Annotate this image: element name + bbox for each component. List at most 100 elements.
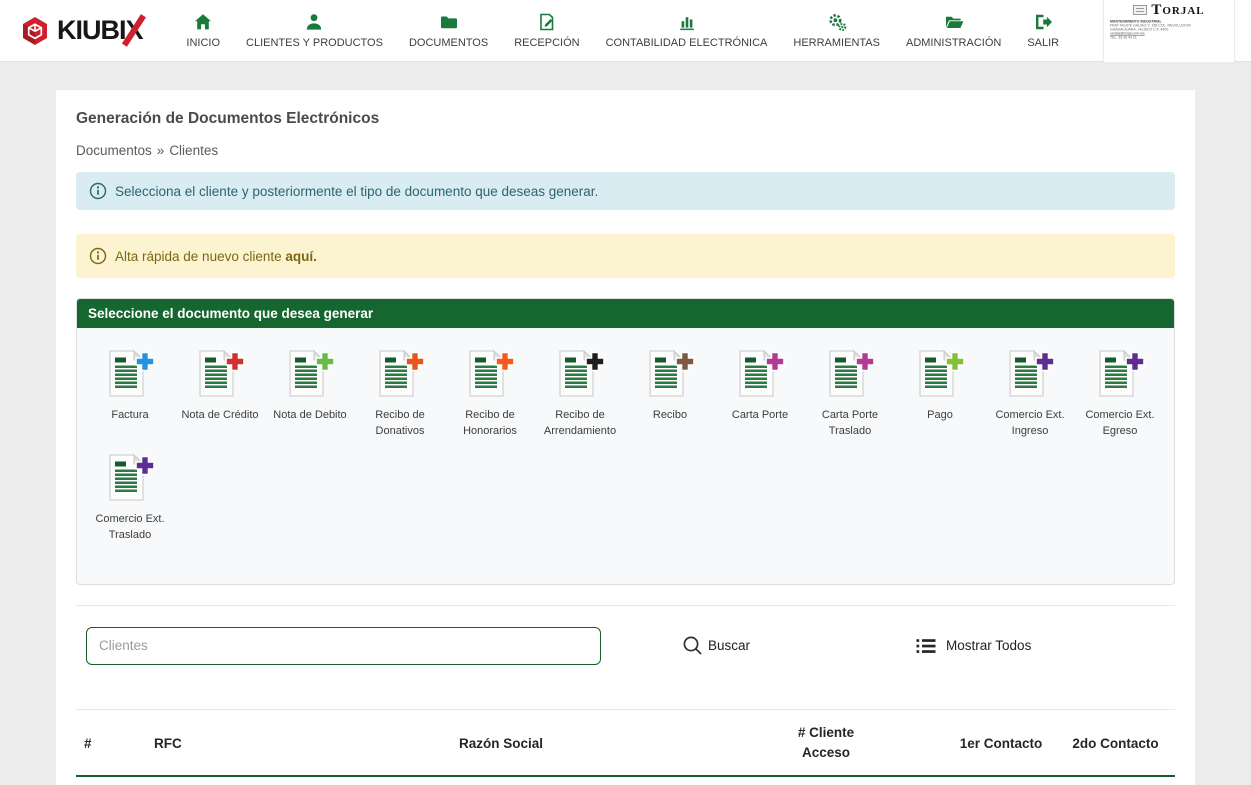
column-header-6: 2do Contacto: [1056, 736, 1175, 751]
clientes-search-input[interactable]: [86, 627, 601, 665]
document-plus-icon: [733, 350, 787, 403]
warning-alert: Alta rápida de nuevo cliente aquí.: [76, 234, 1175, 278]
nav-item-label: DOCUMENTOS: [409, 37, 488, 49]
clients-table-body: [76, 777, 1175, 785]
column-header-5: 1er Contacto: [946, 736, 1056, 751]
nav-item-herramientas[interactable]: HERRAMIENTAS: [780, 0, 893, 62]
doc-type-comercio-ext-egreso[interactable]: Comercio Ext. Egreso: [1075, 350, 1165, 440]
column-header-2: RFC: [146, 736, 296, 751]
doc-type-recibo[interactable]: Recibo: [625, 350, 715, 440]
doc-type-nota-de-debito[interactable]: Nota de Debito: [265, 350, 355, 440]
doc-type-label: Comercio Ext. Traslado: [85, 512, 175, 544]
folder-icon: [439, 12, 459, 32]
brand-name: KIUBIX: [57, 15, 143, 46]
nav-item-contabilidad-electronica[interactable]: CONTABILIDAD ELECTRÓNICA: [593, 0, 781, 62]
info-icon: [89, 182, 107, 200]
buscar-label: Buscar: [708, 638, 750, 653]
nav-item-label: CLIENTES Y PRODUCTOS: [246, 37, 383, 49]
document-plus-icon: [193, 350, 247, 403]
torjal-mini-icon: [1133, 5, 1147, 15]
doc-type-pago[interactable]: Pago: [895, 350, 985, 440]
torjal-partner-logo[interactable]: Torjal MANTENIMIENTO INDUSTRIALFRAY FELI…: [1103, 0, 1235, 63]
mostrar-todos-button[interactable]: Mostrar Todos: [915, 636, 1031, 656]
doc-type-label: Carta Porte: [730, 408, 790, 424]
doc-type-recibo-de-arrendamiento[interactable]: Recibo de Arrendamiento: [535, 350, 625, 440]
column-header-1: #: [76, 736, 146, 751]
document-plus-icon: [913, 350, 967, 403]
panel-header: Seleccione el documento que desea genera…: [77, 299, 1174, 328]
nav-item-label: ADMINISTRACIÓN: [906, 37, 1001, 49]
doc-type-comercio-ext-ingreso[interactable]: Comercio Ext. Ingreso: [985, 350, 1075, 440]
column-header-3: Razón Social: [296, 736, 706, 751]
top-navigation-bar: KIUBIX INICIO CLIENTES Y PRODUCTOS DOCUM…: [0, 0, 1251, 62]
document-plus-icon: [823, 350, 877, 403]
doc-type-label: Comercio Ext. Egreso: [1075, 408, 1165, 440]
chart-icon: [677, 12, 697, 32]
buscar-button[interactable]: Buscar: [681, 634, 750, 658]
nav-item-salir[interactable]: SALIR: [1014, 0, 1072, 62]
document-plus-icon: [103, 454, 157, 507]
doc-type-label: Recibo de Honorarios: [445, 408, 535, 440]
nav-item-label: CONTABILIDAD ELECTRÓNICA: [606, 37, 768, 49]
doc-type-label: Nota de Crédito: [179, 408, 260, 424]
doc-type-recibo-de-donativos[interactable]: Recibo de Donativos: [355, 350, 445, 440]
torjal-name: Torjal: [1151, 2, 1204, 19]
mostrar-todos-label: Mostrar Todos: [946, 638, 1031, 653]
nav-item-inicio[interactable]: INICIO: [173, 0, 233, 62]
nav-item-label: INICIO: [186, 37, 220, 49]
gears-icon: [827, 12, 847, 32]
document-type-grid: Factura Nota de Crédito Nota de Debito R…: [77, 328, 1174, 584]
doc-type-factura[interactable]: Factura: [85, 350, 175, 440]
nav-item-label: RECEPCIÓN: [514, 37, 579, 49]
doc-type-label: Nota de Debito: [271, 408, 348, 424]
exit-icon: [1033, 12, 1053, 32]
clients-table-header: #RFCRazón Social# Cliente Acceso1er Cont…: [76, 710, 1175, 778]
search-icon: [681, 634, 705, 658]
torjal-address: MANTENIMIENTO INDUSTRIALFRAY FELIPE GALV…: [1110, 20, 1228, 40]
doc-type-label: Recibo de Arrendamiento: [535, 408, 625, 440]
doc-type-recibo-de-honorarios[interactable]: Recibo de Honorarios: [445, 350, 535, 440]
doc-type-label: Factura: [109, 408, 150, 424]
breadcrumb: Documentos » Clientes: [76, 143, 1175, 158]
info-alert-text: Selecciona el cliente y posteriormente e…: [115, 184, 598, 199]
doc-pencil-icon: [537, 12, 557, 32]
client-search-section: Buscar Mostrar Todos: [76, 606, 1175, 689]
document-plus-icon: [1003, 350, 1057, 403]
main-menu: INICIO CLIENTES Y PRODUCTOS DOCUMENTOS R…: [143, 0, 1103, 62]
document-type-panel: Seleccione el documento que desea genera…: [76, 298, 1175, 585]
info-alert: Selecciona el cliente y posteriormente e…: [76, 172, 1175, 210]
document-plus-icon: [373, 350, 427, 403]
nav-item-recepcion[interactable]: RECEPCIÓN: [501, 0, 592, 62]
document-plus-icon: [103, 350, 157, 403]
doc-type-label: Recibo: [651, 408, 689, 424]
nav-item-label: SALIR: [1027, 37, 1059, 49]
nav-item-administracion[interactable]: ADMINISTRACIÓN: [893, 0, 1014, 62]
kiubix-cube-icon: [20, 15, 50, 47]
doc-type-label: Recibo de Donativos: [355, 408, 445, 440]
breadcrumb-separator: »: [157, 143, 165, 158]
column-header-4: # Cliente Acceso: [706, 723, 946, 764]
doc-type-carta-porte[interactable]: Carta Porte: [715, 350, 805, 440]
document-plus-icon: [643, 350, 697, 403]
main-content-card: Generación de Documentos Electrónicos Do…: [56, 90, 1195, 785]
warning-alert-text: Alta rápida de nuevo cliente aquí.: [115, 249, 317, 264]
doc-type-comercio-ext-traslado[interactable]: Comercio Ext. Traslado: [85, 454, 175, 544]
document-plus-icon: [283, 350, 337, 403]
kiubix-logo[interactable]: KIUBIX: [20, 15, 143, 47]
home-icon: [193, 12, 213, 32]
document-plus-icon: [1093, 350, 1147, 403]
doc-type-carta-porte-traslado[interactable]: Carta Porte Traslado: [805, 350, 895, 440]
page-title: Generación de Documentos Electrónicos: [76, 110, 1175, 128]
doc-type-nota-de-cr-dito[interactable]: Nota de Crédito: [175, 350, 265, 440]
info-icon: [89, 247, 107, 265]
nav-item-clientes-y-productos[interactable]: CLIENTES Y PRODUCTOS: [233, 0, 396, 62]
doc-type-label: Carta Porte Traslado: [805, 408, 895, 440]
person-icon: [304, 12, 324, 32]
document-plus-icon: [553, 350, 607, 403]
quick-add-client-link[interactable]: aquí.: [285, 249, 317, 264]
nav-item-documentos[interactable]: DOCUMENTOS: [396, 0, 501, 62]
folder-open-icon: [944, 12, 964, 32]
breadcrumb-documentos[interactable]: Documentos: [76, 143, 152, 158]
breadcrumb-clientes: Clientes: [169, 143, 218, 158]
doc-type-label: Comercio Ext. Ingreso: [985, 408, 1075, 440]
